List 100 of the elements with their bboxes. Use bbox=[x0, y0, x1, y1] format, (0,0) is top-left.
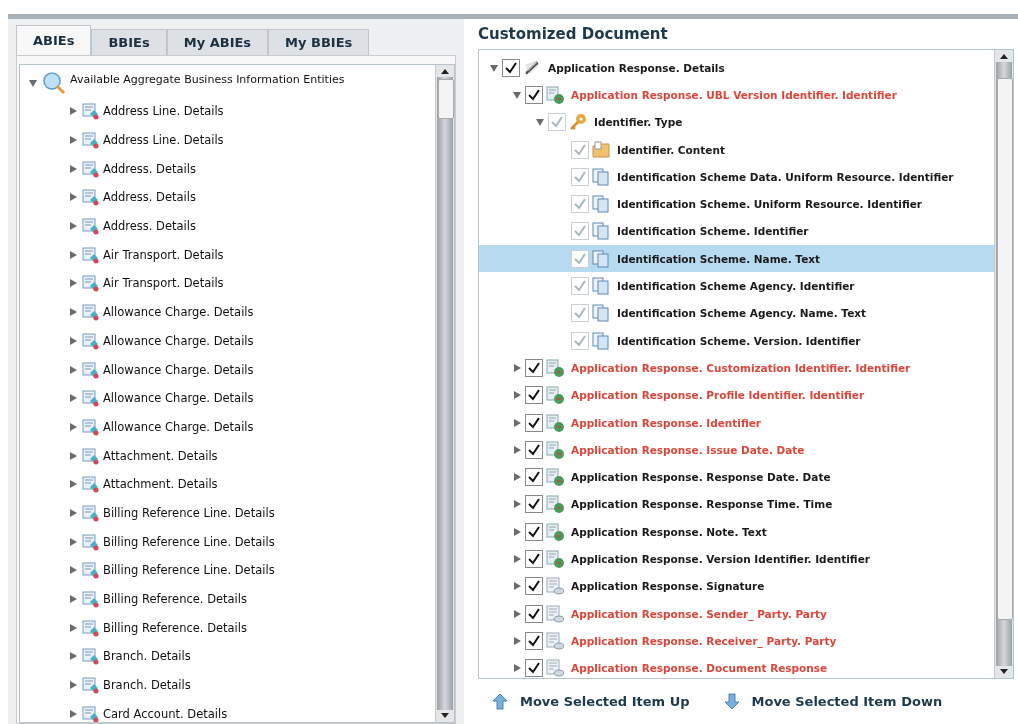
scroll-thumb[interactable] bbox=[438, 79, 454, 119]
tree-item[interactable]: Billing Reference Line. Details bbox=[103, 563, 275, 578]
tree-item[interactable]: Application Response. Receiver_ Party. Party bbox=[571, 634, 837, 647]
tree-item[interactable]: Branch. Details bbox=[103, 678, 191, 693]
expand-arrow-icon[interactable] bbox=[512, 499, 522, 510]
tree-item[interactable]: Card Account. Details bbox=[103, 706, 228, 721]
expand-arrow-icon[interactable] bbox=[512, 526, 522, 537]
tree-item[interactable]: Available Aggregate Business Information Entities bbox=[70, 73, 345, 86]
tree-item[interactable]: Allowance Charge. Details bbox=[103, 362, 254, 377]
tree-item[interactable]: Billing Reference Line. Details bbox=[103, 505, 275, 520]
checkbox[interactable] bbox=[525, 358, 543, 377]
checkbox[interactable] bbox=[525, 522, 543, 541]
tree-item[interactable]: Address Line. Details bbox=[103, 133, 224, 148]
tree-item[interactable]: Billing Reference. Details bbox=[103, 620, 247, 635]
checkbox[interactable] bbox=[525, 577, 543, 596]
expand-arrow-icon[interactable] bbox=[512, 417, 522, 428]
tree-item[interactable]: Allowance Charge. Details bbox=[103, 419, 254, 434]
expand-arrow-icon[interactable] bbox=[512, 635, 522, 646]
tree-item[interactable]: Branch. Details bbox=[103, 649, 191, 664]
checkbox[interactable] bbox=[502, 58, 520, 77]
expand-arrow-icon[interactable] bbox=[68, 708, 78, 719]
tree-item[interactable]: Air Transport. Details bbox=[103, 247, 224, 262]
expand-arrow-icon[interactable] bbox=[68, 507, 78, 518]
expand-arrow-icon[interactable] bbox=[68, 192, 78, 203]
expand-arrow-icon[interactable] bbox=[68, 680, 78, 691]
checkbox[interactable] bbox=[525, 413, 543, 432]
collapse-arrow-icon[interactable] bbox=[28, 78, 38, 88]
expand-arrow-icon[interactable] bbox=[68, 335, 78, 346]
expand-arrow-icon[interactable] bbox=[68, 278, 78, 289]
expand-arrow-icon[interactable] bbox=[512, 554, 522, 564]
expand-arrow-icon[interactable] bbox=[68, 450, 78, 461]
tree-item[interactable]: Air Transport. Details bbox=[103, 276, 224, 291]
expand-arrow-icon[interactable] bbox=[68, 651, 78, 662]
checkbox[interactable] bbox=[525, 550, 543, 568]
collapse-arrow-icon[interactable] bbox=[512, 89, 522, 100]
expand-arrow-icon[interactable] bbox=[68, 135, 78, 146]
expand-arrow-icon[interactable] bbox=[68, 163, 78, 174]
expand-arrow-icon[interactable] bbox=[68, 421, 78, 432]
expand-arrow-icon[interactable] bbox=[68, 364, 78, 375]
expand-arrow-icon[interactable] bbox=[68, 106, 78, 117]
expand-arrow-icon[interactable] bbox=[68, 622, 78, 633]
tab[interactable]: My BBIEs bbox=[268, 29, 370, 55]
tree-item[interactable]: Application Response. UBL Version Identifier. Identifier bbox=[571, 88, 897, 101]
tree-item[interactable]: Address Line. Details bbox=[103, 104, 224, 119]
tree-item[interactable]: Billing Reference. Details bbox=[103, 592, 247, 607]
checkbox[interactable] bbox=[525, 85, 543, 104]
tree-item[interactable]: Allowance Charge. Details bbox=[103, 305, 254, 320]
tree-item[interactable]: Allowance Charge. Details bbox=[103, 391, 254, 406]
tree-item[interactable]: Application Response. Document Response bbox=[571, 662, 828, 675]
tree-item[interactable]: Address. Details bbox=[103, 219, 196, 234]
checkbox[interactable] bbox=[525, 659, 543, 678]
entity-icon bbox=[82, 618, 99, 637]
tree-item[interactable]: Application Response. Note. Text bbox=[571, 525, 767, 538]
expand-arrow-icon[interactable] bbox=[68, 594, 78, 605]
tab[interactable]: ABIEs bbox=[16, 25, 92, 55]
expand-arrow-icon[interactable] bbox=[68, 221, 78, 232]
expand-arrow-icon[interactable] bbox=[512, 444, 522, 455]
tree-item[interactable]: Application Response. Profile Identifier. Identifier bbox=[571, 389, 865, 402]
tree-item[interactable]: Billing Reference Line. Details bbox=[103, 534, 275, 549]
tree-item[interactable]: Application Response. Response Time. Time bbox=[571, 498, 833, 511]
scroll-thumb[interactable] bbox=[997, 78, 1013, 620]
expand-arrow-icon[interactable] bbox=[512, 472, 522, 483]
collapse-arrow-icon[interactable] bbox=[489, 62, 499, 73]
tab[interactable]: BBIEs bbox=[91, 29, 167, 55]
tab[interactable]: My ABIEs bbox=[166, 29, 269, 55]
expand-arrow-icon[interactable] bbox=[68, 249, 78, 260]
checkbox[interactable] bbox=[525, 440, 543, 459]
checkbox[interactable] bbox=[525, 386, 543, 405]
tree-item[interactable]: Application Response. Response Date. Date bbox=[571, 471, 831, 484]
tree-item[interactable]: Application Response. Identifier bbox=[571, 416, 762, 429]
tree-item[interactable]: Address. Details bbox=[103, 190, 196, 205]
expand-arrow-icon[interactable] bbox=[512, 663, 522, 674]
tree-item[interactable]: Address. Details bbox=[103, 161, 196, 176]
scrollbar[interactable] bbox=[994, 50, 1013, 678]
expand-arrow-icon[interactable] bbox=[512, 390, 522, 401]
move-button[interactable]: Move Selected Item Down bbox=[723, 693, 943, 710]
expand-arrow-icon[interactable] bbox=[68, 393, 78, 404]
expand-arrow-icon[interactable] bbox=[68, 565, 78, 576]
checkbox[interactable] bbox=[525, 468, 543, 487]
tree-item[interactable]: Application Response. Sender_ Party. Party bbox=[571, 607, 827, 620]
tree-item[interactable]: Application Response. Signature bbox=[571, 580, 765, 593]
tree-item[interactable]: Application Response. Details bbox=[548, 61, 725, 74]
expand-arrow-icon[interactable] bbox=[512, 362, 522, 373]
tree-item[interactable]: Application Response. Issue Date. Date bbox=[571, 443, 805, 456]
tree-item[interactable]: Application Response. Version Identifier. Identifier bbox=[571, 553, 870, 565]
tree-item[interactable]: Attachment. Details bbox=[103, 477, 218, 492]
checkbox[interactable] bbox=[525, 495, 543, 514]
move-button[interactable]: Move Selected Item Up bbox=[492, 693, 690, 710]
scrollbar[interactable] bbox=[435, 65, 454, 722]
check-icon bbox=[527, 415, 541, 430]
tree-item[interactable]: Attachment. Details bbox=[103, 448, 218, 463]
checkbox[interactable] bbox=[525, 604, 543, 623]
checkbox[interactable] bbox=[525, 631, 543, 650]
expand-arrow-icon[interactable] bbox=[68, 536, 78, 547]
expand-arrow-icon[interactable] bbox=[512, 581, 522, 592]
expand-arrow-icon[interactable] bbox=[68, 307, 78, 318]
tree-item[interactable]: Application Response. Customization Identifier. Identifier bbox=[571, 361, 911, 374]
tree-item[interactable]: Allowance Charge. Details bbox=[103, 333, 254, 348]
expand-arrow-icon[interactable] bbox=[68, 479, 78, 490]
expand-arrow-icon[interactable] bbox=[512, 608, 522, 619]
